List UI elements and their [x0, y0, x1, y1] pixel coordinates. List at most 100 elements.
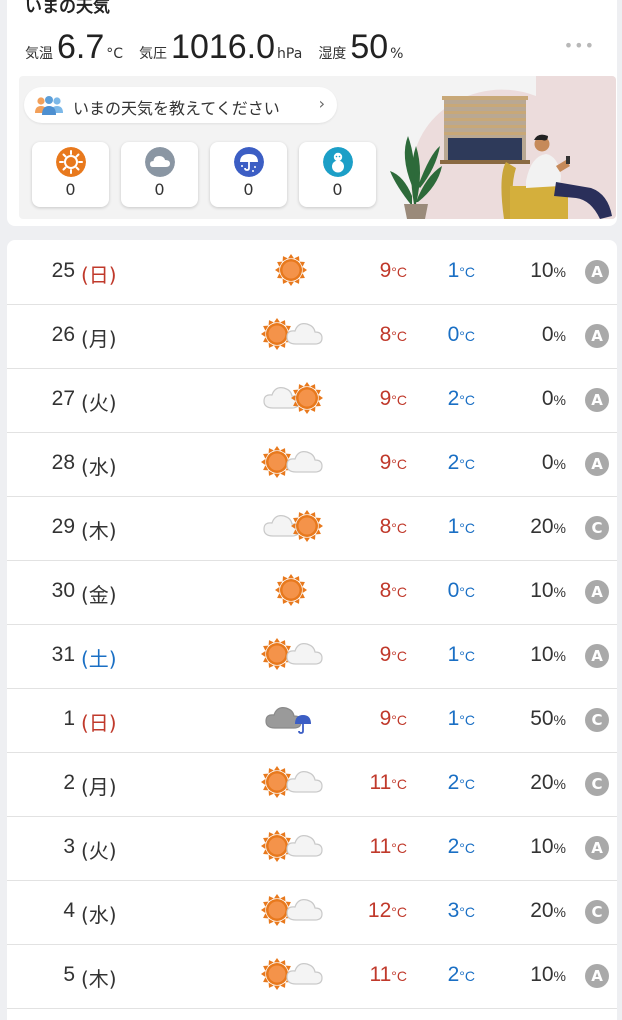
forecast-precip-chance: 50%: [530, 707, 566, 730]
forecast-high-temp: 11°C: [369, 963, 407, 986]
forecast-precip-chance: 0%: [541, 323, 566, 346]
forecast-row[interactable]: 2 (月) 11°C 2°C 20% C: [7, 752, 617, 817]
forecast-precip-chance: 0%: [541, 451, 566, 474]
forecast-row[interactable]: 26 (月) 8°C 0°C 0% A: [7, 304, 617, 369]
reliability-badge: C: [585, 516, 609, 540]
forecast-low-temp: 1°C: [447, 259, 475, 282]
forecast-row[interactable]: 4 (水) 12°C 3°C 20% C: [7, 880, 617, 945]
forecast-low-temp: 2°C: [447, 963, 475, 986]
weather-cloudy-then-sunny-icon: [263, 382, 323, 414]
forecast-high-temp: 9°C: [379, 451, 407, 474]
reliability-badge: A: [585, 964, 609, 988]
forecast-day: 27: [51, 387, 75, 410]
forecast-day: 4: [63, 899, 75, 922]
cloudy-report-button[interactable]: 0: [121, 142, 198, 207]
forecast-weekday: (日): [81, 263, 117, 287]
forecast-precip-chance: 20%: [530, 771, 566, 794]
forecast-low-temp: 1°C: [447, 643, 475, 666]
forecast-high-temp: 9°C: [379, 387, 407, 410]
weekly-forecast-list: 25 (日) 9°C 1°C 10% A 26 (月) 8°C 0°C 0% A 27 (火) 9°C 2°C…: [7, 240, 617, 1020]
forecast-low-temp: 0°C: [447, 579, 475, 602]
forecast-low-temp: 2°C: [447, 835, 475, 858]
rainy-report-button[interactable]: 0: [210, 142, 287, 207]
weather-sunny-then-cloudy-icon: [261, 958, 323, 990]
sunny-report-button[interactable]: 0: [32, 142, 109, 207]
cloudy-report-count: 0: [154, 180, 165, 199]
forecast-row[interactable]: 27 (火) 9°C 2°C 0% A: [7, 368, 617, 433]
forecast-weekday: (木): [81, 967, 117, 991]
weather-sunny-icon: [275, 254, 307, 286]
forecast-precip-chance: 10%: [530, 835, 566, 858]
forecast-row[interactable]: 25 (日) 9°C 1°C 10% A: [7, 240, 617, 305]
forecast-precip-chance: 20%: [530, 515, 566, 538]
reliability-badge: A: [585, 836, 609, 860]
forecast-weekday: (月): [81, 775, 117, 799]
current-weather-title: いまの天気: [25, 0, 110, 17]
forecast-high-temp: 8°C: [379, 323, 407, 346]
snowy-report-button[interactable]: 0: [299, 142, 376, 207]
forecast-row[interactable]: 28 (水) 9°C 2°C 0% A: [7, 432, 617, 497]
forecast-low-temp: 3°C: [447, 899, 475, 922]
forecast-weekday: (土): [81, 647, 117, 671]
forecast-day: 26: [51, 323, 75, 346]
forecast-weekday: (水): [81, 455, 117, 479]
forecast-high-temp: 9°C: [379, 643, 407, 666]
sun-icon: [56, 147, 86, 177]
forecast-low-temp: 1°C: [447, 515, 475, 538]
forecast-day: 2: [63, 771, 75, 794]
reliability-badge: C: [585, 772, 609, 796]
report-prompt-text: いまの天気を教えてください: [73, 99, 280, 118]
current-weather-card: いまの天気 気温 6.7 °C 気圧 1016.0 hPa 湿度 50% ••• いまの天気を…: [7, 0, 617, 226]
pressure-unit: hPa: [277, 46, 303, 62]
humidity-unit: %: [390, 46, 404, 62]
forecast-high-temp: 12°C: [367, 899, 407, 922]
forecast-low-temp: 2°C: [447, 451, 475, 474]
people-icon: [35, 96, 63, 115]
forecast-day: 28: [51, 451, 75, 474]
reliability-badge: A: [585, 452, 609, 476]
forecast-weekday: (水): [81, 903, 117, 927]
forecast-day: 1: [63, 707, 75, 730]
forecast-row[interactable]: 3 (火) 11°C 2°C 10% A: [7, 816, 617, 881]
weather-sunny-then-cloudy-icon: [261, 894, 323, 926]
forecast-high-temp: 9°C: [379, 259, 407, 282]
humidity-label: 湿度: [318, 46, 347, 62]
cloud-icon: [145, 147, 175, 177]
reliability-badge: A: [585, 644, 609, 668]
weather-sunny-then-cloudy-icon: [261, 318, 323, 350]
forecast-row[interactable]: 30 (金) 8°C 0°C 10% A: [7, 560, 617, 625]
forecast-precip-chance: 0%: [541, 387, 566, 410]
forecast-weekday: (火): [81, 839, 117, 863]
weather-cloudy-then-sunny-icon: [263, 510, 323, 542]
chevron-right-icon: ›: [318, 94, 325, 113]
forecast-weekday: (金): [81, 583, 117, 607]
humidity-value: 50: [350, 28, 389, 66]
forecast-day: 30: [51, 579, 75, 602]
umbrella-icon: [234, 147, 264, 177]
forecast-weekday: (月): [81, 327, 117, 351]
pressure-value: 1016.0: [171, 28, 276, 66]
forecast-low-temp: 0°C: [447, 323, 475, 346]
forecast-weekday: (火): [81, 391, 117, 415]
current-stats: 気温 6.7 °C 気圧 1016.0 hPa 湿度 50%: [25, 28, 419, 68]
snowman-icon: [323, 147, 353, 177]
weather-sunny-then-cloudy-icon: [261, 830, 323, 862]
temp-label: 気温: [25, 46, 53, 62]
weather-sunny-icon: [275, 574, 307, 606]
weather-sunny-then-cloudy-icon: [261, 446, 323, 478]
forecast-day: 31: [51, 643, 75, 666]
forecast-weekday: (日): [81, 711, 117, 735]
report-prompt-button[interactable]: いまの天気を教えてください ›: [24, 87, 337, 123]
reliability-badge: C: [585, 708, 609, 732]
reliability-badge: A: [585, 324, 609, 348]
forecast-high-temp: 11°C: [369, 771, 407, 794]
snowy-report-count: 0: [332, 180, 343, 199]
forecast-row[interactable]: 1 (日) 9°C 1°C 50% C: [7, 688, 617, 753]
reliability-badge: A: [585, 388, 609, 412]
reliability-badge: C: [585, 900, 609, 924]
forecast-row[interactable]: 29 (木) 8°C 1°C 20% C: [7, 496, 617, 561]
forecast-row[interactable]: 31 (土) 9°C 1°C 10% A: [7, 624, 617, 689]
forecast-high-temp: 9°C: [379, 707, 407, 730]
ellipsis-icon[interactable]: •••: [564, 36, 595, 55]
reliability-badge: A: [585, 580, 609, 604]
